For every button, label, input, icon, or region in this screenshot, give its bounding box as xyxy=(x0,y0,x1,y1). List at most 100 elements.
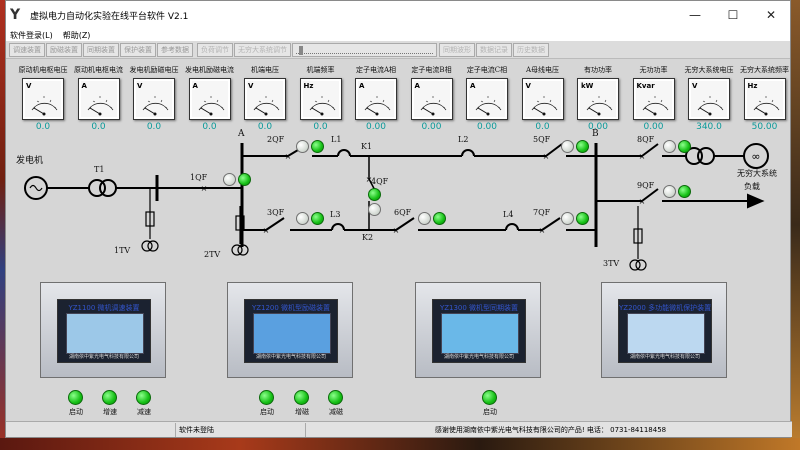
qf5-label: 5QF xyxy=(533,135,551,144)
tv2-label: 2TV xyxy=(204,250,221,259)
exciter-device-panel[interactable]: YZ1200 微机型励磁装置 湖南依中紫光电气科技有限公司 xyxy=(227,282,353,378)
load-arrow xyxy=(747,193,765,209)
device-maker: 湖南依中紫光电气科技有限公司 xyxy=(255,354,326,360)
governor-control-label: 减速 xyxy=(137,408,151,416)
app-window: Y 虚拟电力自动化实验在线平台软件 V2.1 — ☐ ✕ 软件登录(L) 帮助(… xyxy=(5,0,792,438)
qf6-label: 6QF xyxy=(394,208,412,217)
governor-device-panel[interactable]: YZ1100 微机调速装置 湖南依中紫光电气科技有限公司 xyxy=(40,282,166,378)
qf4-status-lamp-open[interactable] xyxy=(368,203,381,216)
k2-label: K2 xyxy=(362,233,374,242)
infinity-icon: ∞ xyxy=(751,150,760,163)
generator-wave xyxy=(29,184,43,192)
exciter-control-label: 启动 xyxy=(260,408,274,416)
t1-winding-2 xyxy=(99,179,117,197)
qf4-label: 4QF xyxy=(371,177,389,186)
qf2-status-lamp-closed[interactable] xyxy=(311,140,324,153)
l2-label: L2 xyxy=(458,135,469,144)
device-lcd xyxy=(66,313,144,354)
load-label: 负载 xyxy=(744,182,760,191)
sync-device-panel[interactable]: YZ1300 微机型同期装置 湖南依中紫光电气科技有限公司 xyxy=(415,282,541,378)
k1-label: K1 xyxy=(361,142,373,151)
device-screen[interactable]: YZ2000 多功能微机保护装置 湖南依中紫光电气科技有限公司 xyxy=(618,299,712,363)
qf7-label: 7QF xyxy=(533,208,551,217)
infinite-tx-2 xyxy=(697,147,715,165)
device-screen[interactable]: YZ1300 微机型同期装置 湖南依中紫光电气科技有限公司 xyxy=(432,299,526,363)
qf6-status-lamp-open[interactable] xyxy=(418,212,431,225)
governor-control-button-1[interactable] xyxy=(102,390,117,405)
qf9-x: × xyxy=(639,197,646,206)
screen: Y 虚拟电力自动化实验在线平台软件 V2.1 — ☐ ✕ 软件登录(L) 帮助(… xyxy=(0,0,800,450)
qf2-label: 2QF xyxy=(267,135,285,144)
governor-control-button-0[interactable] xyxy=(68,390,83,405)
qf9-label: 9QF xyxy=(637,181,655,190)
infinite-system-label: 无穷大系统 xyxy=(737,169,777,178)
qf7-status-lamp-closed[interactable] xyxy=(576,212,589,225)
qf5-status-lamp-closed[interactable] xyxy=(576,140,589,153)
qf3-status-lamp-open[interactable] xyxy=(296,212,309,225)
qf8-status-lamp-closed[interactable] xyxy=(678,140,691,153)
sync-control-button-0[interactable] xyxy=(482,390,497,405)
qf8-label: 8QF xyxy=(637,135,655,144)
bus-b-label: B xyxy=(592,129,599,139)
qf6-status-lamp-closed[interactable] xyxy=(433,212,446,225)
qf2-x: × xyxy=(285,152,292,161)
qf3-label: 3QF xyxy=(267,208,285,217)
qf4-status-lamp-closed[interactable] xyxy=(368,188,381,201)
device-title: YZ1100 微机调速装置 xyxy=(68,304,140,312)
device-maker: 湖南依中紫光电气科技有限公司 xyxy=(443,354,514,360)
device-lcd xyxy=(627,313,705,354)
device-screen[interactable]: YZ1100 微机调速装置 湖南依中紫光电气科技有限公司 xyxy=(57,299,151,363)
qf8-x: × xyxy=(639,152,646,161)
status-message: 感谢使用湖南依中紫光电气科技有限公司的产品! 电话： 0731-84118458 xyxy=(434,425,667,434)
qf1-status-lamp-closed[interactable] xyxy=(238,173,251,186)
tv2-winding-1 xyxy=(231,244,243,256)
qf2-status-lamp-open[interactable] xyxy=(296,140,309,153)
exciter-control-button-2[interactable] xyxy=(328,390,343,405)
tv1-winding-2 xyxy=(147,240,159,252)
device-maker: 湖南依中紫光电气科技有限公司 xyxy=(68,354,139,360)
l4-reactor xyxy=(505,223,519,231)
qf3-status-lamp-closed[interactable] xyxy=(311,212,324,225)
protection-device-panel[interactable]: YZ2000 多功能微机保护装置 湖南依中紫光电气科技有限公司 xyxy=(601,282,727,378)
exciter-control-label: 减磁 xyxy=(329,408,343,416)
device-maker: 湖南依中紫光电气科技有限公司 xyxy=(629,354,700,360)
l1-label: L1 xyxy=(331,135,342,144)
exciter-control-button-1[interactable] xyxy=(294,390,309,405)
device-title: YZ1200 微机型励磁装置 xyxy=(251,304,331,312)
login-status: 软件未登陆 xyxy=(176,422,306,437)
tv1-winding-1 xyxy=(141,240,153,252)
tv1-label: 1TV xyxy=(114,246,131,255)
qf1-label: 1QF xyxy=(190,173,208,182)
device-lcd xyxy=(253,313,331,354)
l4-label: L4 xyxy=(503,210,514,219)
t1-label: T1 xyxy=(94,165,105,174)
qf7-x: × xyxy=(539,226,546,235)
device-title: YZ1300 微机型同期装置 xyxy=(439,304,519,312)
device-screen[interactable]: YZ1200 微机型励磁装置 湖南依中紫光电气科技有限公司 xyxy=(244,299,338,363)
device-title: YZ2000 多功能微机保护装置 xyxy=(619,304,712,312)
device-lcd xyxy=(441,313,519,354)
l2-reactor xyxy=(461,149,475,157)
governor-control-button-2[interactable] xyxy=(136,390,151,405)
qf6-x: × xyxy=(393,226,400,235)
qf1-status-lamp-open[interactable] xyxy=(223,173,236,186)
bus-a-label: A xyxy=(238,129,245,139)
status-bar: 软件未登陆 感谢使用湖南依中紫光电气科技有限公司的产品! 电话： 0731-84… xyxy=(6,421,792,437)
qf5-x: × xyxy=(543,152,550,161)
tv3-label: 3TV xyxy=(603,259,620,268)
l3-label: L3 xyxy=(330,210,341,219)
l3-reactor xyxy=(331,223,345,231)
sync-control-label: 启动 xyxy=(483,408,497,416)
qf8-status-lamp-open[interactable] xyxy=(663,140,676,153)
qf7-status-lamp-open[interactable] xyxy=(561,212,574,225)
tv3-winding-2 xyxy=(635,259,647,271)
taskbar-strip xyxy=(0,438,800,450)
qf3-x: × xyxy=(263,226,270,235)
qf9-status-lamp-closed[interactable] xyxy=(678,185,691,198)
qf9-status-lamp-open[interactable] xyxy=(663,185,676,198)
qf1-x: × xyxy=(201,184,208,193)
qf5-status-lamp-open[interactable] xyxy=(561,140,574,153)
exciter-control-button-0[interactable] xyxy=(259,390,274,405)
tv3-winding-1 xyxy=(629,259,641,271)
l1-reactor xyxy=(337,149,351,157)
